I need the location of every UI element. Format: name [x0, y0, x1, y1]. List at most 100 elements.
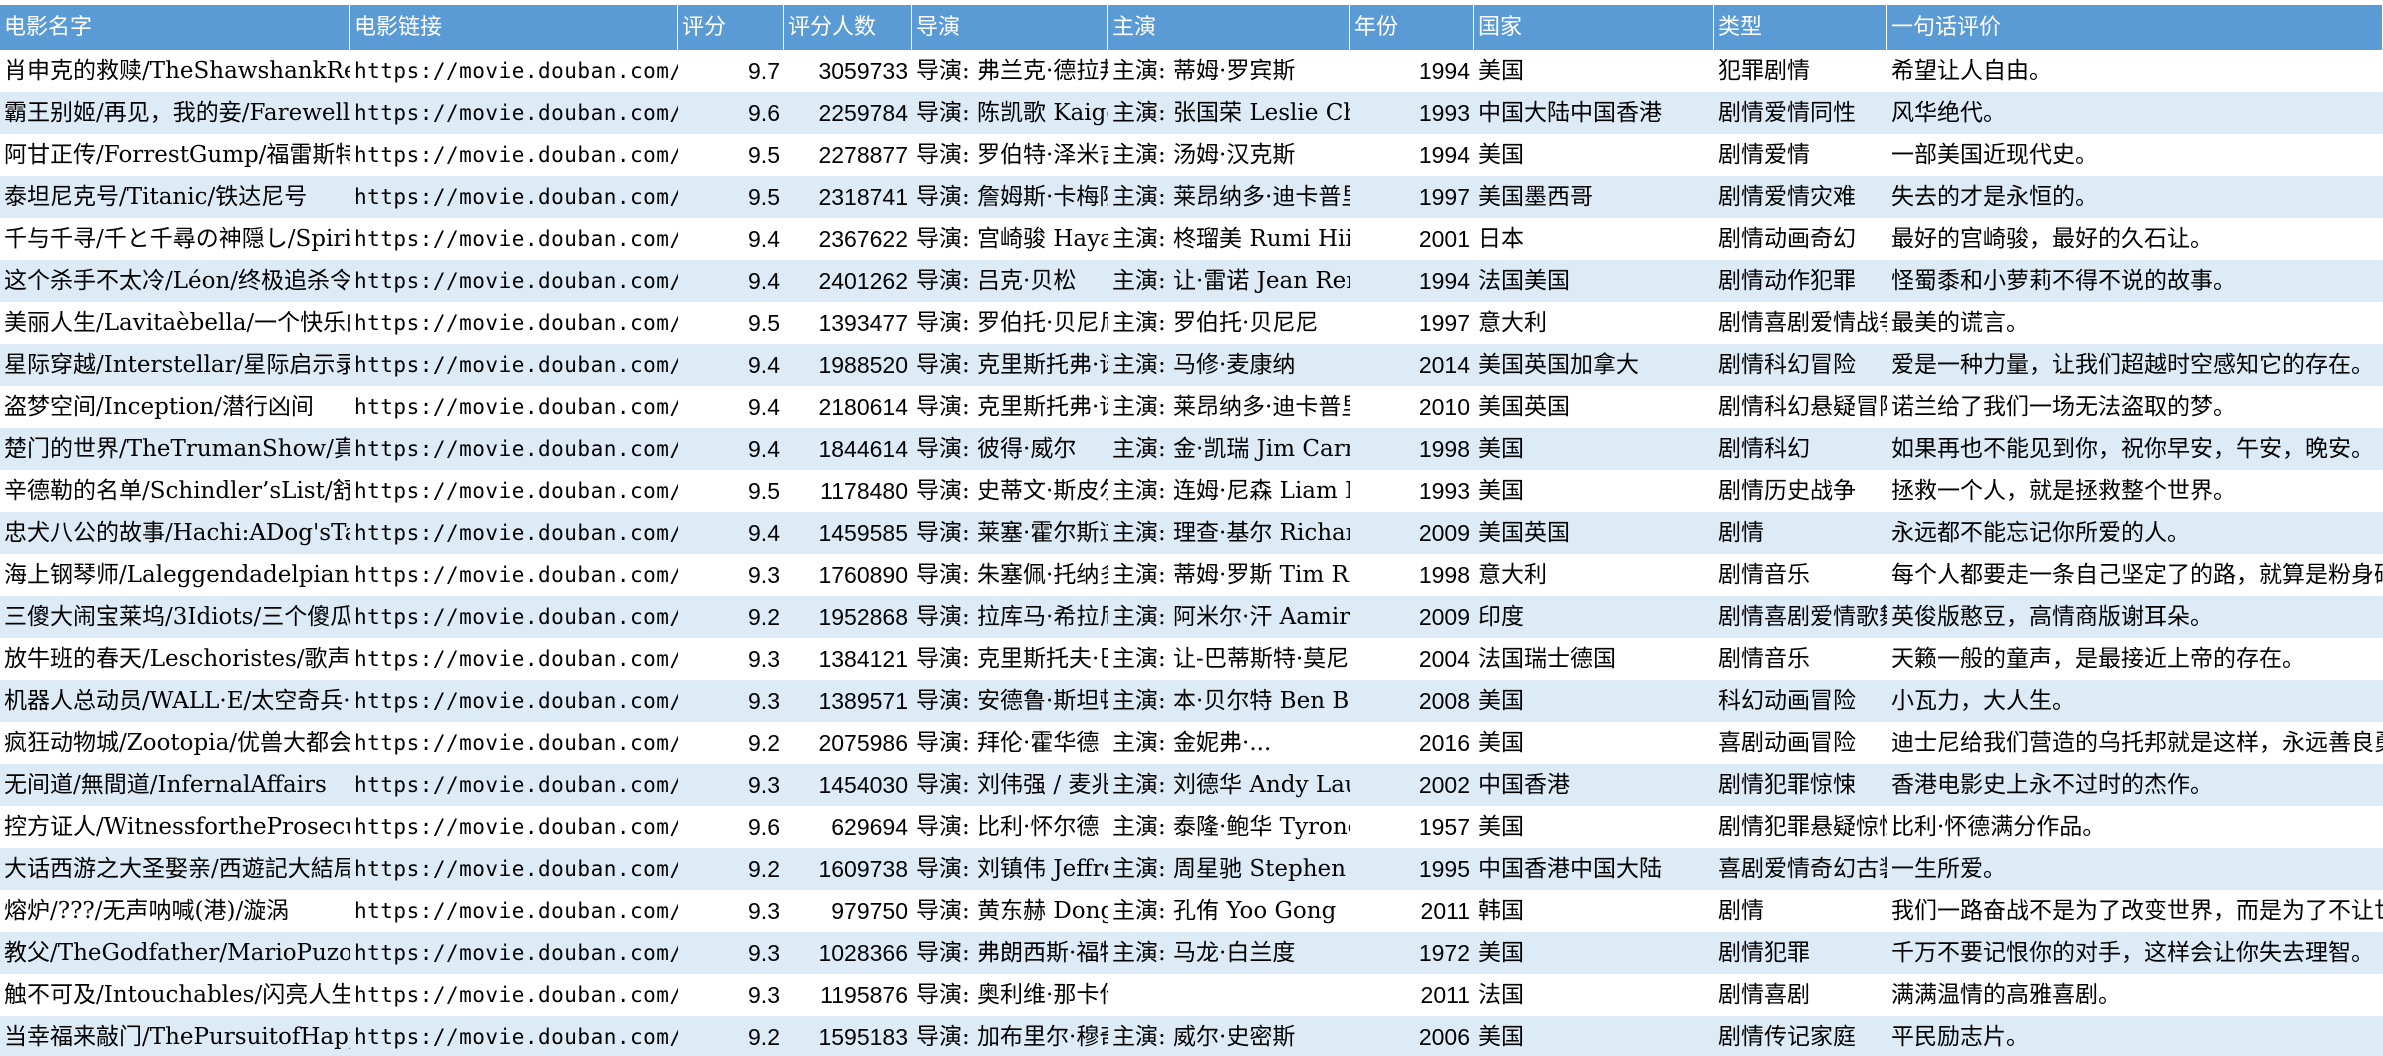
cell-rating-count[interactable]: 1389571 [784, 680, 912, 722]
cell-country[interactable]: 法国瑞士德国 [1474, 638, 1714, 680]
cell-rating[interactable]: 9.2 [678, 848, 784, 890]
cell-year[interactable]: 2016 [1350, 722, 1474, 764]
cell-movie-link[interactable]: https://movie.douban.com/ [350, 344, 678, 386]
header-quote[interactable]: 一句话评价 [1887, 5, 2383, 50]
cell-quote[interactable]: 一部美国近现代史。 [1887, 134, 2383, 176]
cell-cast[interactable]: 主演: 蒂姆·罗宾斯 [1108, 50, 1350, 92]
cell-movie-name[interactable]: 辛德勒的名单/Schindler’sList/舒特拉的名单 [0, 470, 350, 512]
cell-year[interactable]: 2011 [1350, 974, 1474, 1016]
cell-rating[interactable]: 9.3 [678, 890, 784, 932]
cell-movie-name[interactable]: 阿甘正传/ForrestGump/福雷斯特·冈普 [0, 134, 350, 176]
cell-director[interactable]: 导演: 拜伦·霍华德 [912, 722, 1108, 764]
cell-movie-name[interactable]: 盗梦空间/Inception/潜行凶间 [0, 386, 350, 428]
cell-rating-count[interactable]: 1384121 [784, 638, 912, 680]
cell-country[interactable]: 美国 [1474, 1016, 1714, 1056]
cell-rating-count[interactable]: 979750 [784, 890, 912, 932]
cell-movie-link[interactable]: https://movie.douban.com/ [350, 554, 678, 596]
cell-rating-count[interactable]: 3059733 [784, 50, 912, 92]
cell-rating-count[interactable]: 1952868 [784, 596, 912, 638]
cell-genre[interactable]: 剧情历史战争 [1714, 470, 1887, 512]
cell-year[interactable]: 2010 [1350, 386, 1474, 428]
cell-movie-link[interactable]: https://movie.douban.com/ [350, 428, 678, 470]
cell-genre[interactable]: 剧情科幻悬疑冒险 [1714, 386, 1887, 428]
cell-quote[interactable]: 英俊版憨豆，高情商版谢耳朵。 [1887, 596, 2383, 638]
cell-director[interactable]: 导演: 加布里尔·穆奇诺 [912, 1016, 1108, 1056]
header-year[interactable]: 年份 [1350, 5, 1474, 50]
cell-rating-count[interactable]: 2075986 [784, 722, 912, 764]
cell-year[interactable]: 1997 [1350, 176, 1474, 218]
cell-director[interactable]: 导演: 克里斯托弗·诺兰 [912, 386, 1108, 428]
cell-cast[interactable]: 主演: 马龙·白兰度 [1108, 932, 1350, 974]
cell-rating-count[interactable]: 2318741 [784, 176, 912, 218]
cell-director[interactable]: 导演: 彼得·威尔 [912, 428, 1108, 470]
cell-quote[interactable]: 拯救一个人，就是拯救整个世界。 [1887, 470, 2383, 512]
cell-rating-count[interactable]: 2278877 [784, 134, 912, 176]
cell-movie-link[interactable]: https://movie.douban.com/ [350, 722, 678, 764]
header-cast[interactable]: 主演 [1108, 5, 1350, 50]
cell-cast[interactable]: 主演: 柊瑠美 Rumi Hiiragi [1108, 218, 1350, 260]
cell-year[interactable]: 1957 [1350, 806, 1474, 848]
cell-movie-name[interactable]: 楚门的世界/TheTrumanShow/真人Show [0, 428, 350, 470]
cell-movie-link[interactable]: https://movie.douban.com/ [350, 50, 678, 92]
cell-movie-link[interactable]: https://movie.douban.com/ [350, 890, 678, 932]
cell-country[interactable]: 美国英国加拿大 [1474, 344, 1714, 386]
cell-movie-link[interactable]: https://movie.douban.com/ [350, 806, 678, 848]
cell-cast[interactable]: 主演: 罗伯托·贝尼尼 [1108, 302, 1350, 344]
cell-movie-name[interactable]: 忠犬八公的故事/Hachi:ADog'sTale [0, 512, 350, 554]
cell-year[interactable]: 1993 [1350, 92, 1474, 134]
cell-cast[interactable]: 主演: 马修·麦康纳 [1108, 344, 1350, 386]
cell-rating-count[interactable]: 2180614 [784, 386, 912, 428]
cell-movie-link[interactable]: https://movie.douban.com/ [350, 974, 678, 1016]
cell-movie-link[interactable]: https://movie.douban.com/ [350, 638, 678, 680]
cell-rating-count[interactable]: 2401262 [784, 260, 912, 302]
cell-director[interactable]: 导演: 拉库马·希拉尼 [912, 596, 1108, 638]
cell-genre[interactable]: 剧情喜剧爱情战争 [1714, 302, 1887, 344]
cell-year[interactable]: 2011 [1350, 890, 1474, 932]
cell-quote[interactable]: 怪蜀黍和小萝莉不得不说的故事。 [1887, 260, 2383, 302]
cell-year[interactable]: 1993 [1350, 470, 1474, 512]
cell-director[interactable]: 导演: 克里斯托弗·诺兰 [912, 344, 1108, 386]
cell-country[interactable]: 意大利 [1474, 302, 1714, 344]
cell-genre[interactable]: 剧情喜剧 [1714, 974, 1887, 1016]
cell-cast[interactable]: 主演: 理查·基尔 Richard Gere [1108, 512, 1350, 554]
cell-director[interactable]: 导演: 宫崎骏 Hayao Miyazaki [912, 218, 1108, 260]
cell-movie-name[interactable]: 肖申克的救赎/TheShawshankRedemption [0, 50, 350, 92]
cell-movie-name[interactable]: 千与千寻/千と千尋の神隠し/SpiritedAway [0, 218, 350, 260]
cell-year[interactable]: 2001 [1350, 218, 1474, 260]
cell-cast[interactable]: 主演: 莱昂纳多·迪卡普里奥 [1108, 176, 1350, 218]
cell-quote[interactable]: 风华绝代。 [1887, 92, 2383, 134]
cell-quote[interactable]: 小瓦力，大人生。 [1887, 680, 2383, 722]
cell-rating-count[interactable]: 1595183 [784, 1016, 912, 1056]
cell-director[interactable]: 导演: 弗兰克·德拉邦特 [912, 50, 1108, 92]
cell-genre[interactable]: 剧情 [1714, 512, 1887, 554]
cell-cast[interactable]: 主演: 蒂姆·罗斯 Tim Roth [1108, 554, 1350, 596]
cell-quote[interactable]: 每个人都要走一条自己坚定了的路，就算是粉身碎骨。 [1887, 554, 2383, 596]
cell-country[interactable]: 美国 [1474, 428, 1714, 470]
cell-director[interactable]: 导演: 刘镇伟 Jeffrey Lau [912, 848, 1108, 890]
cell-movie-name[interactable]: 大话西游之大圣娶亲/西遊記大結局之仙履奇緣 [0, 848, 350, 890]
cell-rating-count[interactable]: 1459585 [784, 512, 912, 554]
header-genre[interactable]: 类型 [1714, 5, 1887, 50]
cell-genre[interactable]: 剧情动作犯罪 [1714, 260, 1887, 302]
cell-movie-name[interactable]: 海上钢琴师/Laleggendadelpianista [0, 554, 350, 596]
spreadsheet-grid[interactable]: 电影名字 电影链接 评分 评分人数 导演 主演 年份 国家 类型 一句话评价 肖… [0, 0, 2383, 1056]
cell-rating[interactable]: 9.4 [678, 260, 784, 302]
cell-quote[interactable]: 迪士尼给我们营造的乌托邦就是这样，永远善良勇敢，永远出乎意料。 [1887, 722, 2383, 764]
cell-genre[interactable]: 剧情科幻 [1714, 428, 1887, 470]
cell-movie-link[interactable]: https://movie.douban.com/ [350, 218, 678, 260]
cell-rating[interactable]: 9.3 [678, 554, 784, 596]
cell-cast[interactable] [1108, 974, 1350, 1016]
cell-country[interactable]: 美国 [1474, 680, 1714, 722]
cell-genre[interactable]: 剧情犯罪惊悚 [1714, 764, 1887, 806]
cell-quote[interactable]: 平民励志片。 [1887, 1016, 2383, 1056]
header-rating[interactable]: 评分 [678, 5, 784, 50]
cell-year[interactable]: 2008 [1350, 680, 1474, 722]
cell-rating-count[interactable]: 1609738 [784, 848, 912, 890]
cell-director[interactable]: 导演: 莱塞·霍尔斯道姆 [912, 512, 1108, 554]
cell-year[interactable]: 2002 [1350, 764, 1474, 806]
cell-cast[interactable]: 主演: 孔侑 Yoo Gong [1108, 890, 1350, 932]
cell-country[interactable]: 印度 [1474, 596, 1714, 638]
cell-movie-name[interactable]: 泰坦尼克号/Titanic/铁达尼号 [0, 176, 350, 218]
cell-cast[interactable]: 主演: 阿米尔·汗 Aamir Khan [1108, 596, 1350, 638]
cell-country[interactable]: 意大利 [1474, 554, 1714, 596]
